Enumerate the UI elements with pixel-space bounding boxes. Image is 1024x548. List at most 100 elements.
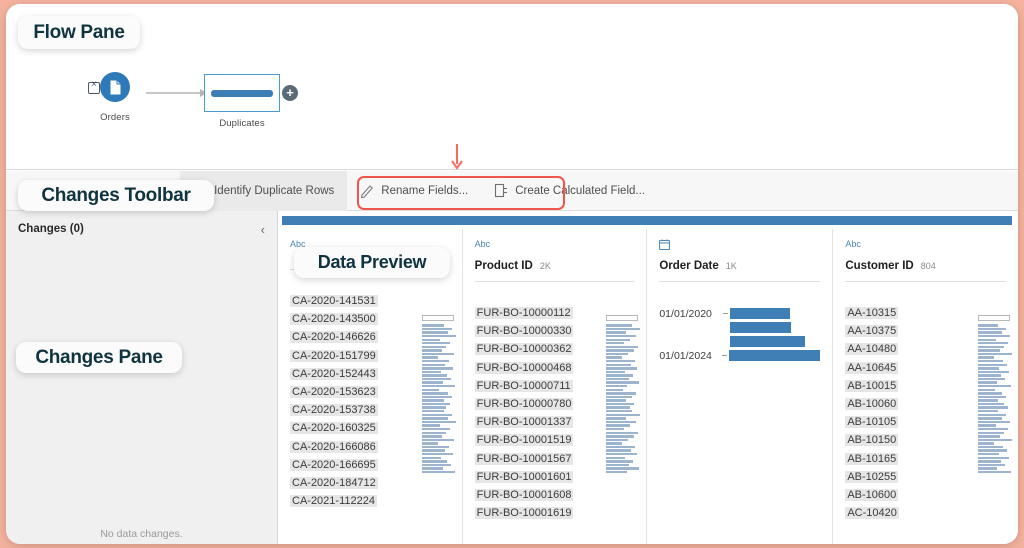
toolbar-item-rename-fields[interactable]: Rename Fields... xyxy=(347,171,481,211)
order-date-histogram[interactable]: 01/01/2020 xyxy=(659,308,820,361)
histogram-bar xyxy=(422,396,452,398)
histogram-bar xyxy=(422,464,451,466)
histogram-bar xyxy=(606,385,627,387)
cell-value: AB-10060 xyxy=(845,398,898,410)
list-item[interactable]: CA-2020-141531 xyxy=(290,292,450,310)
cell-value: AA-10375 xyxy=(845,325,898,337)
cell-value: FUR-BO-10000362 xyxy=(475,343,574,355)
histogram-bar xyxy=(422,353,454,355)
column-header-order-date[interactable]: Order Date 1K xyxy=(659,260,820,282)
histogram-bar xyxy=(978,324,998,326)
list-item[interactable] xyxy=(659,336,820,347)
histogram-bar xyxy=(606,424,630,426)
list-item[interactable]: CA-2020-184712 xyxy=(290,474,450,492)
column-header-product-id[interactable]: Product ID 2K xyxy=(475,260,635,282)
column-type-label-3: Abc xyxy=(845,239,1006,253)
cell-value: AB-10015 xyxy=(845,380,898,392)
list-item[interactable]: 01/01/2020 xyxy=(659,308,820,319)
column-count-product-id: 2K xyxy=(540,261,551,271)
histogram-bar xyxy=(422,428,450,430)
histogram-bar xyxy=(978,339,996,341)
histogram-scrollbar[interactable] xyxy=(422,315,454,321)
histogram-bar xyxy=(606,467,639,469)
histogram-bar xyxy=(978,396,1006,398)
list-item[interactable]: AB-10600 xyxy=(845,486,1006,504)
histogram-bar xyxy=(978,410,998,412)
histogram-bar xyxy=(730,322,791,333)
column-type-label-1: Abc xyxy=(475,239,635,253)
histogram-bar xyxy=(978,467,997,469)
cell-value: CA-2020-143500 xyxy=(290,313,378,325)
histogram-bar xyxy=(978,342,1008,344)
histogram-bar xyxy=(606,460,633,462)
histogram-bar xyxy=(606,432,638,434)
cell-value: CA-2020-152443 xyxy=(290,368,378,380)
column-count-customer-id: 804 xyxy=(921,261,936,271)
duplicates-step-box[interactable] xyxy=(204,74,280,112)
histogram-bar xyxy=(606,403,634,405)
preview-column-product-id[interactable]: Abc Product ID 2K FUR-BO-10000112 FUR-BO… xyxy=(463,229,648,544)
chevron-left-icon[interactable]: ‹ xyxy=(261,222,265,237)
histogram-bar xyxy=(422,349,442,351)
histogram-bar xyxy=(978,399,998,401)
date-icon xyxy=(659,239,820,253)
changes-pane[interactable]: Changes (0) ‹ No data changes. xyxy=(6,211,278,544)
histogram-bar xyxy=(422,381,443,383)
callout-changes-toolbar: Changes Toolbar xyxy=(18,180,214,211)
histogram-bar xyxy=(422,367,453,369)
histogram-bar xyxy=(606,446,635,448)
histogram-bar xyxy=(422,371,441,373)
histogram-bar xyxy=(978,335,1010,337)
preview-column-order-date[interactable]: Order Date 1K 01/01/2020 xyxy=(647,229,833,544)
histogram-bar xyxy=(606,335,636,337)
histogram-bar xyxy=(422,432,446,434)
calculated-field-icon xyxy=(494,183,508,198)
histogram-bar xyxy=(606,371,625,373)
histogram-bar xyxy=(422,356,438,358)
histogram-bar xyxy=(422,442,438,444)
histogram-bar xyxy=(606,374,633,376)
cell-value: AA-10315 xyxy=(845,307,898,319)
histogram-bar xyxy=(606,453,637,455)
toolbar-item-create-calculated-field-label: Create Calculated Field... xyxy=(515,185,645,197)
cell-value: FUR-BO-10001619 xyxy=(475,507,574,519)
histogram-bar xyxy=(606,442,622,444)
callout-changes-pane: Changes Pane xyxy=(16,342,182,373)
cell-value: CA-2020-141531 xyxy=(290,295,378,307)
column-histogram-product-id xyxy=(606,315,638,473)
pencil-icon xyxy=(360,183,374,198)
flow-node-duplicates[interactable]: Duplicates xyxy=(204,74,280,129)
histogram-scrollbar[interactable] xyxy=(978,315,1010,321)
histogram-bar xyxy=(606,360,635,362)
flow-node-orders[interactable]: Orders xyxy=(84,72,146,123)
histogram-bar xyxy=(978,371,1009,373)
histogram-bar xyxy=(422,414,452,416)
toolbar-item-create-calculated-field[interactable]: Create Calculated Field... xyxy=(481,171,658,211)
list-item[interactable] xyxy=(659,322,820,333)
histogram-bar xyxy=(978,349,1000,351)
histogram-bar xyxy=(422,406,446,408)
selection-indicator-bar xyxy=(282,216,1012,225)
column-count-order-date: 1K xyxy=(726,261,737,271)
preview-column-customer-id[interactable]: Abc Customer ID 804 AA-10315 AA-10375 AA… xyxy=(833,229,1018,544)
flow-pane[interactable]: Orders Duplicates + xyxy=(6,4,1018,170)
list-item[interactable]: FUR-BO-10001608 xyxy=(475,486,635,504)
file-icon[interactable] xyxy=(100,72,130,102)
histogram-bar xyxy=(606,364,631,366)
orders-node-icon-wrap xyxy=(84,72,146,106)
histogram-bar xyxy=(422,328,452,330)
cell-value: FUR-BO-10001567 xyxy=(475,453,574,465)
list-item[interactable]: 01/01/2024 xyxy=(659,350,820,361)
column-header-customer-id[interactable]: Customer ID 804 xyxy=(845,260,1006,282)
histogram-bar xyxy=(606,410,632,412)
histogram-scrollbar[interactable] xyxy=(606,315,638,321)
list-item[interactable]: CA-2021-112224 xyxy=(290,492,450,510)
cell-value: CA-2020-166086 xyxy=(290,441,378,453)
list-item[interactable]: AC-10420 xyxy=(845,504,1006,522)
cell-value: AB-10255 xyxy=(845,471,898,483)
histogram-bar xyxy=(606,417,626,419)
cell-value: FUR-BO-10001519 xyxy=(475,434,574,446)
add-step-button[interactable]: + xyxy=(282,85,298,101)
cell-value: AC-10420 xyxy=(845,507,899,519)
list-item[interactable]: FUR-BO-10001619 xyxy=(475,504,635,522)
